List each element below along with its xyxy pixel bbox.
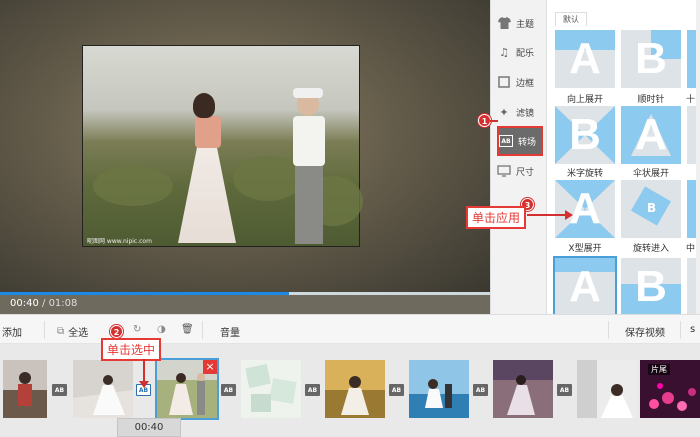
transition-label: 顺时针 [637, 95, 665, 105]
click-select-callout: 单击选中 [101, 338, 162, 361]
strip-time-display: 00:40 [117, 418, 181, 437]
toolbar-divider [680, 321, 681, 339]
save-video-button[interactable]: 保存视频 [625, 324, 665, 339]
transition-ab-badge[interactable]: AB [305, 384, 320, 396]
close-icon[interactable]: × [203, 360, 217, 374]
export-button[interactable]: ѕ [690, 324, 695, 335]
volume-button[interactable]: 音量 [220, 324, 240, 339]
tab-filter-label: 滤镜 [516, 108, 535, 119]
tab-size-label: 尺寸 [516, 167, 535, 178]
volume-label: 音量 [220, 328, 240, 339]
tab-transition[interactable]: AB 转场 [497, 126, 543, 156]
filter-wand-icon: ✦ [499, 105, 509, 119]
video-preview[interactable]: 昵图网 www.nipic.com [0, 0, 490, 292]
rotate-icon: ◑ [157, 324, 166, 335]
toolbar-divider [44, 321, 45, 339]
watermark: 昵图网 www.nipic.com [87, 238, 152, 245]
transition-ab-badge[interactable]: AB [473, 384, 488, 396]
rotate-button[interactable]: ◑ [157, 324, 166, 335]
trash-icon: 🗑︎ [181, 324, 194, 335]
callout-arrow-line [143, 359, 145, 383]
redo-icon: ↻ [133, 324, 142, 335]
transition-tile[interactable]: B [555, 106, 615, 164]
copy-icon: ⧉ [57, 326, 65, 337]
music-note-icon: ♫ [499, 45, 509, 59]
timeline-clip-selected[interactable]: × [155, 358, 219, 420]
transition-ab-badge[interactable]: AB [52, 384, 67, 396]
shirt-icon [497, 16, 511, 30]
transition-tile-selected[interactable]: A [553, 256, 617, 314]
current-time: 00:40 [10, 298, 39, 309]
transition-tile[interactable]: A [621, 106, 681, 164]
timeline-clip[interactable] [73, 360, 133, 418]
click-apply-callout: 单击应用 [466, 206, 527, 229]
transition-tile[interactable]: B [621, 180, 681, 238]
redo-button[interactable]: ↻ [133, 324, 141, 335]
total-time: 01:08 [48, 298, 78, 309]
export-label: ѕ [690, 324, 696, 335]
timeline-clip[interactable] [325, 360, 385, 418]
transition-tile[interactable]: A [555, 30, 615, 88]
add-button-label: 添加 [2, 328, 22, 339]
preview-photo: 昵图网 www.nipic.com [82, 45, 363, 247]
delete-button[interactable]: 🗑︎ [181, 324, 194, 335]
transition-tile[interactable]: B [621, 258, 681, 314]
transition-ab-badge[interactable]: AB [557, 384, 572, 396]
step-2-marker: 2 [110, 325, 123, 338]
tab-frame[interactable]: 边框 [497, 68, 543, 96]
time-bar: 00:40 / 01:08 [0, 295, 490, 314]
tab-music-label: 配乐 [516, 48, 535, 59]
select-all-button[interactable]: ⧉ 全选 [57, 324, 88, 339]
tab-default[interactable]: 默认 [555, 12, 587, 26]
add-button[interactable]: 添加 [2, 324, 22, 339]
transition-label: X型展开 [568, 244, 602, 254]
transition-tile[interactable]: A [555, 180, 615, 238]
transition-label: 向上展开 [566, 95, 603, 105]
timeline-clip-ending[interactable]: 片尾 [640, 360, 700, 418]
side-tabs: 主题 ♫ 配乐 边框 ✦ 滤镜 AB 转场 尺寸 [491, 0, 547, 314]
toolbar-divider [608, 321, 609, 339]
select-all-label: 全选 [68, 328, 89, 339]
save-video-label: 保存视频 [625, 328, 665, 339]
tab-frame-label: 边框 [516, 78, 535, 89]
timeline-clip[interactable] [409, 360, 469, 418]
transition-grid: 默认 A B 向上展开 顺时针 十 B A 米字旋转 伞状展开 A B X型展开… [553, 12, 700, 314]
arrow-head-icon [565, 210, 573, 220]
panel-scrollbar[interactable] [696, 0, 700, 314]
svg-text:B: B [647, 201, 656, 215]
transition-ab-badge[interactable]: AB [221, 384, 236, 396]
tab-filter[interactable]: ✦ 滤镜 [497, 98, 543, 126]
timeline-clip[interactable] [577, 360, 637, 418]
timeline-clip[interactable] [493, 360, 553, 418]
screen-size-icon [497, 164, 511, 178]
frame-icon [497, 75, 511, 89]
transition-ab-icon: AB [499, 134, 513, 148]
time-display: 00:40 / 01:08 [10, 298, 77, 309]
arrow-down-icon [139, 381, 149, 388]
tab-size[interactable]: 尺寸 [497, 157, 543, 185]
ending-label: 片尾 [648, 364, 670, 375]
transition-tile[interactable]: B [621, 30, 681, 88]
transition-ab-badge[interactable]: AB [389, 384, 404, 396]
right-panel: 主题 ♫ 配乐 边框 ✦ 滤镜 AB 转场 尺寸 默认 A B 向上展开 顺时针… [490, 0, 700, 314]
tab-transition-label: 转场 [518, 137, 537, 148]
transition-label: 伞状展开 [632, 169, 669, 179]
transition-label: 米字旋转 [566, 169, 603, 179]
tab-theme-label: 主题 [516, 19, 535, 30]
timeline-clip[interactable] [241, 360, 301, 418]
timeline-clip[interactable] [3, 360, 47, 418]
toolbar-divider [202, 321, 203, 339]
tab-music[interactable]: ♫ 配乐 [497, 38, 543, 66]
callout-line [490, 120, 498, 122]
callout-arrow-line [527, 214, 567, 216]
time-separator: / [38, 298, 49, 309]
transition-label: 旋转进入 [632, 244, 669, 254]
tab-theme[interactable]: 主题 [497, 9, 543, 37]
